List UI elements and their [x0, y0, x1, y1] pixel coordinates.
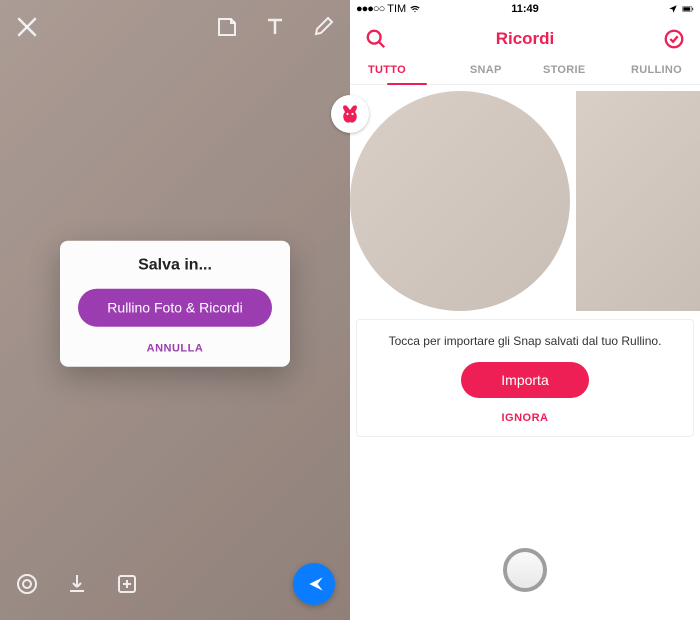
memory-thumbnail-circle[interactable]	[350, 91, 570, 311]
close-icon[interactable]	[15, 15, 39, 39]
carrier-label: TIM	[387, 3, 406, 15]
status-bar: ●●●○○ TIM 11:49	[350, 0, 700, 18]
shutter-button[interactable]	[503, 548, 547, 592]
cancel-button[interactable]: ANNULLA	[78, 343, 272, 355]
timer-icon[interactable]	[15, 572, 39, 596]
ignore-button[interactable]: IGNORA	[369, 412, 681, 424]
dialog-title: Salva in...	[78, 257, 272, 275]
download-icon[interactable]	[65, 572, 89, 596]
sticker-icon[interactable]	[215, 15, 239, 39]
tab-stories[interactable]: STORIE	[525, 58, 604, 84]
avatar	[331, 95, 369, 133]
memories-screen: ●●●○○ TIM 11:49 Ricordi TUTTO SNAP STORI…	[350, 0, 700, 620]
memory-thumbnail-square[interactable]	[576, 91, 700, 311]
avatar-icon	[338, 102, 362, 126]
signal-strength: ●●●○○	[356, 3, 384, 15]
save-dialog: Salva in... Rullino Foto & Ricordi ANNUL…	[60, 241, 290, 367]
page-title: Ricordi	[496, 29, 555, 49]
import-button[interactable]: Importa	[461, 362, 588, 398]
save-to-roll-memories-button[interactable]: Rullino Foto & Ricordi	[78, 289, 272, 327]
send-icon	[306, 574, 326, 594]
editor-bottom-toolbar	[15, 563, 335, 605]
memories-content: Tocca per importare gli Snap salvati dal…	[350, 85, 700, 620]
editor-top-toolbar	[15, 15, 335, 39]
tabs: TUTTO SNAP STORIE RULLINO	[350, 58, 700, 85]
snap-editor-screen: Salva in... Rullino Foto & Ricordi ANNUL…	[0, 0, 350, 620]
location-icon	[667, 4, 679, 14]
import-card: Tocca per importare gli Snap salvati dal…	[356, 319, 694, 437]
thumbnails-row	[350, 85, 700, 311]
text-icon[interactable]	[263, 15, 287, 39]
tab-snap[interactable]: SNAP	[447, 58, 526, 84]
wifi-icon	[409, 4, 421, 14]
search-icon[interactable]	[365, 28, 387, 50]
shutter-area	[350, 530, 700, 620]
navbar: Ricordi	[350, 18, 700, 58]
tab-roll[interactable]: RULLINO	[604, 58, 683, 84]
select-icon[interactable]	[663, 28, 685, 50]
tab-all[interactable]: TUTTO	[368, 58, 447, 84]
import-description: Tocca per importare gli Snap salvati dal…	[369, 334, 681, 348]
battery-icon	[682, 4, 694, 14]
draw-icon[interactable]	[311, 15, 335, 39]
clock: 11:49	[511, 3, 539, 15]
send-button[interactable]	[293, 563, 335, 605]
add-story-icon[interactable]	[115, 572, 139, 596]
